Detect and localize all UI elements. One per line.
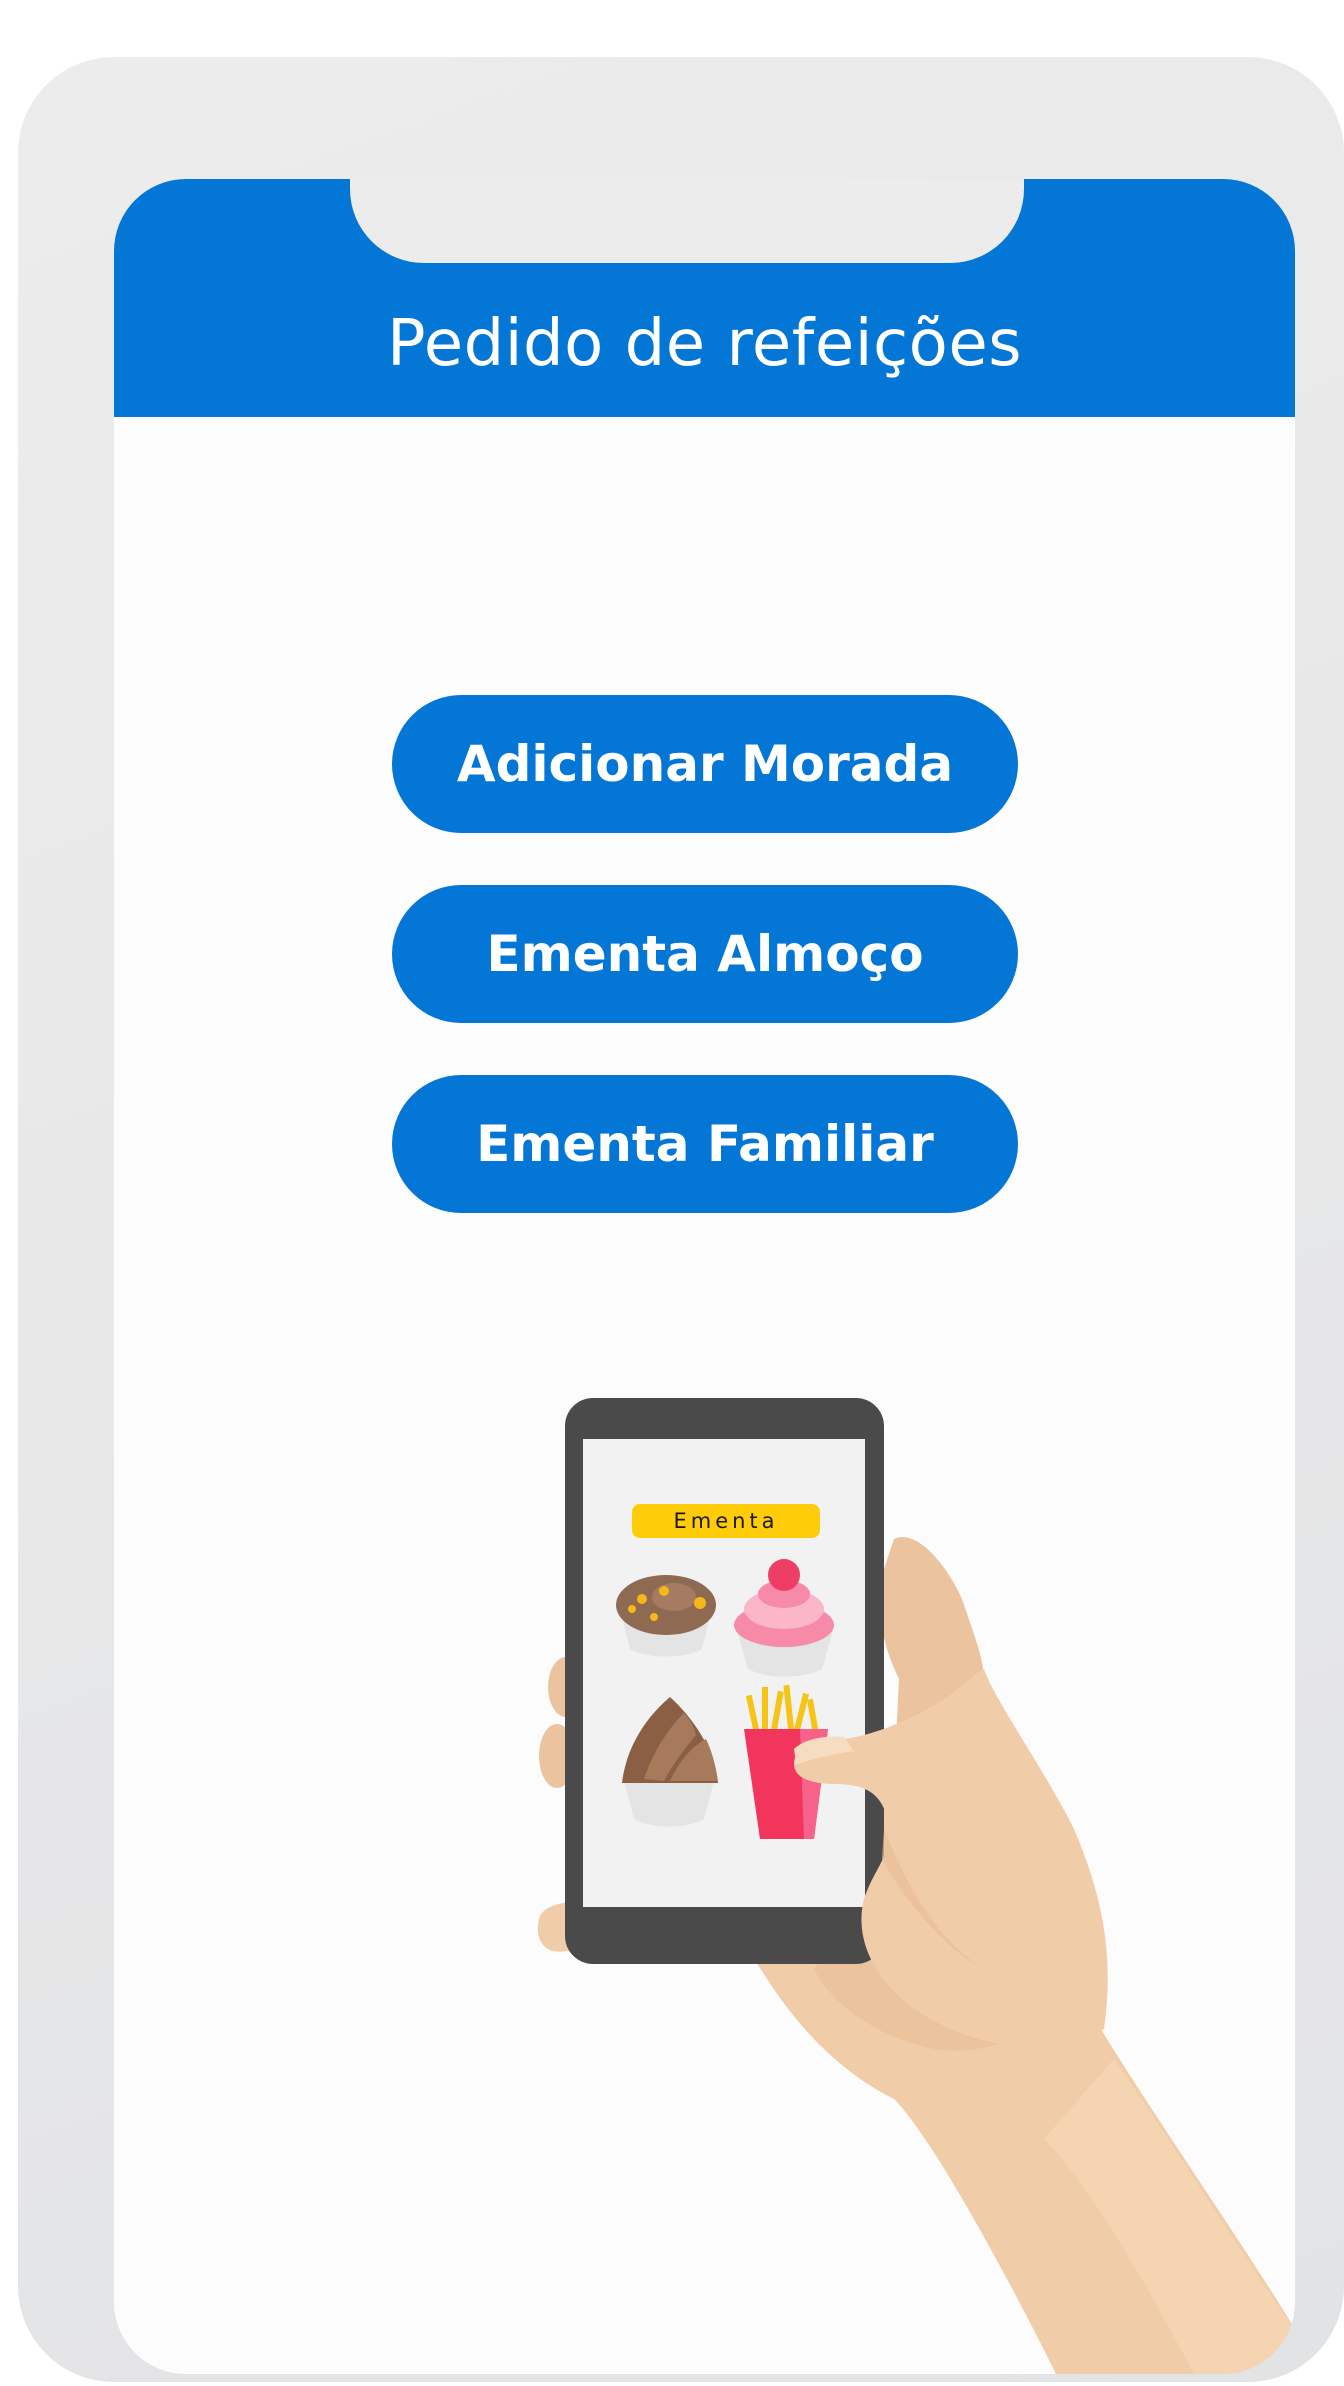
device-frame: Pedido de refeições Adicionar Morada Eme… [18,57,1344,2382]
smartphone-icon: Ementa [565,1398,884,1964]
menu-badge-label: Ementa [673,1509,778,1533]
app-screen: Pedido de refeições Adicionar Morada Eme… [114,179,1295,2374]
hand-holding-phone-illustration: Ementa [537,1398,1295,2374]
muffin-icon [616,1575,716,1657]
